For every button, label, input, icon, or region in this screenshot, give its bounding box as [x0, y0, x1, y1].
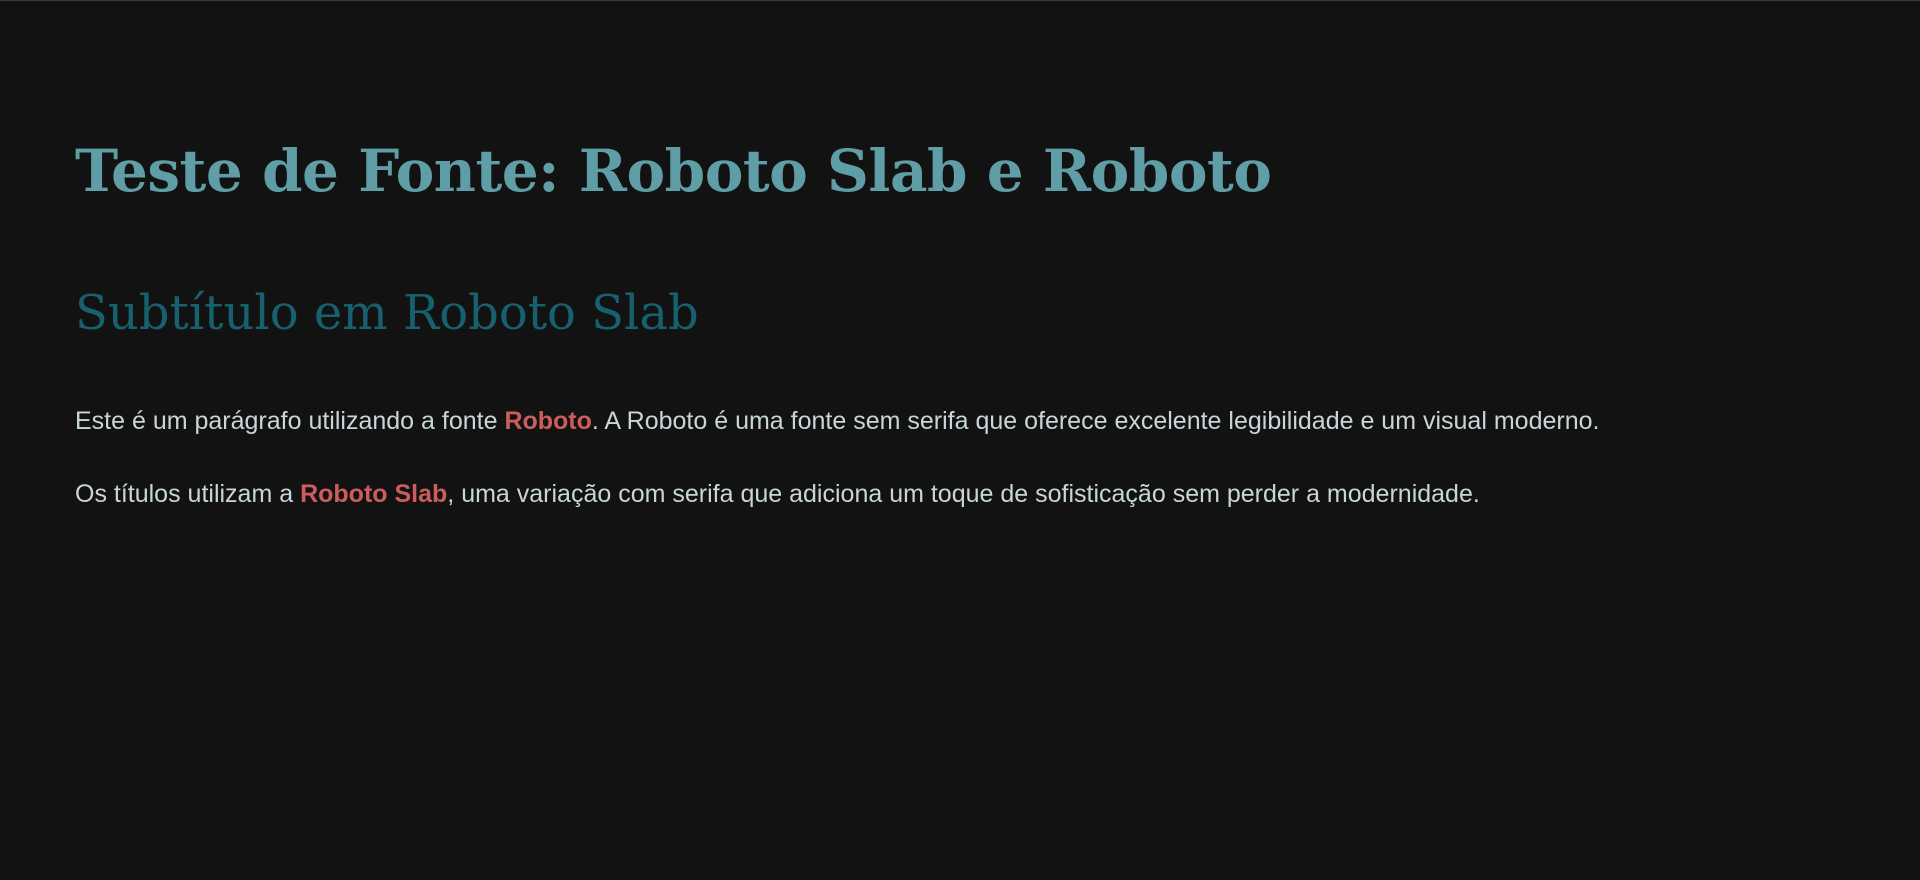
- font-name-highlight: Roboto Slab: [300, 480, 448, 508]
- paragraph-text: , uma variação com serifa que adiciona u…: [447, 480, 1480, 508]
- font-name-highlight: Roboto: [504, 407, 592, 435]
- paragraph-text: . A Roboto é uma fonte sem serifa que of…: [591, 407, 1600, 435]
- page-subtitle: Subtítulo em Roboto Slab: [75, 285, 699, 341]
- paragraph-roboto: Este é um parágrafo utilizando a fonte R…: [75, 404, 1599, 438]
- page-title: Teste de Fonte: Roboto Slab e Roboto: [75, 137, 1272, 205]
- paragraph-text: Os títulos utilizam a: [75, 480, 301, 508]
- paragraph-text: Este é um parágrafo utilizando a fonte: [75, 407, 505, 435]
- page-content: Teste de Fonte: Roboto Slab e Roboto Sub…: [0, 1, 1920, 880]
- paragraph-roboto-slab: Os títulos utilizam a Roboto Slab, uma v…: [75, 477, 1480, 511]
